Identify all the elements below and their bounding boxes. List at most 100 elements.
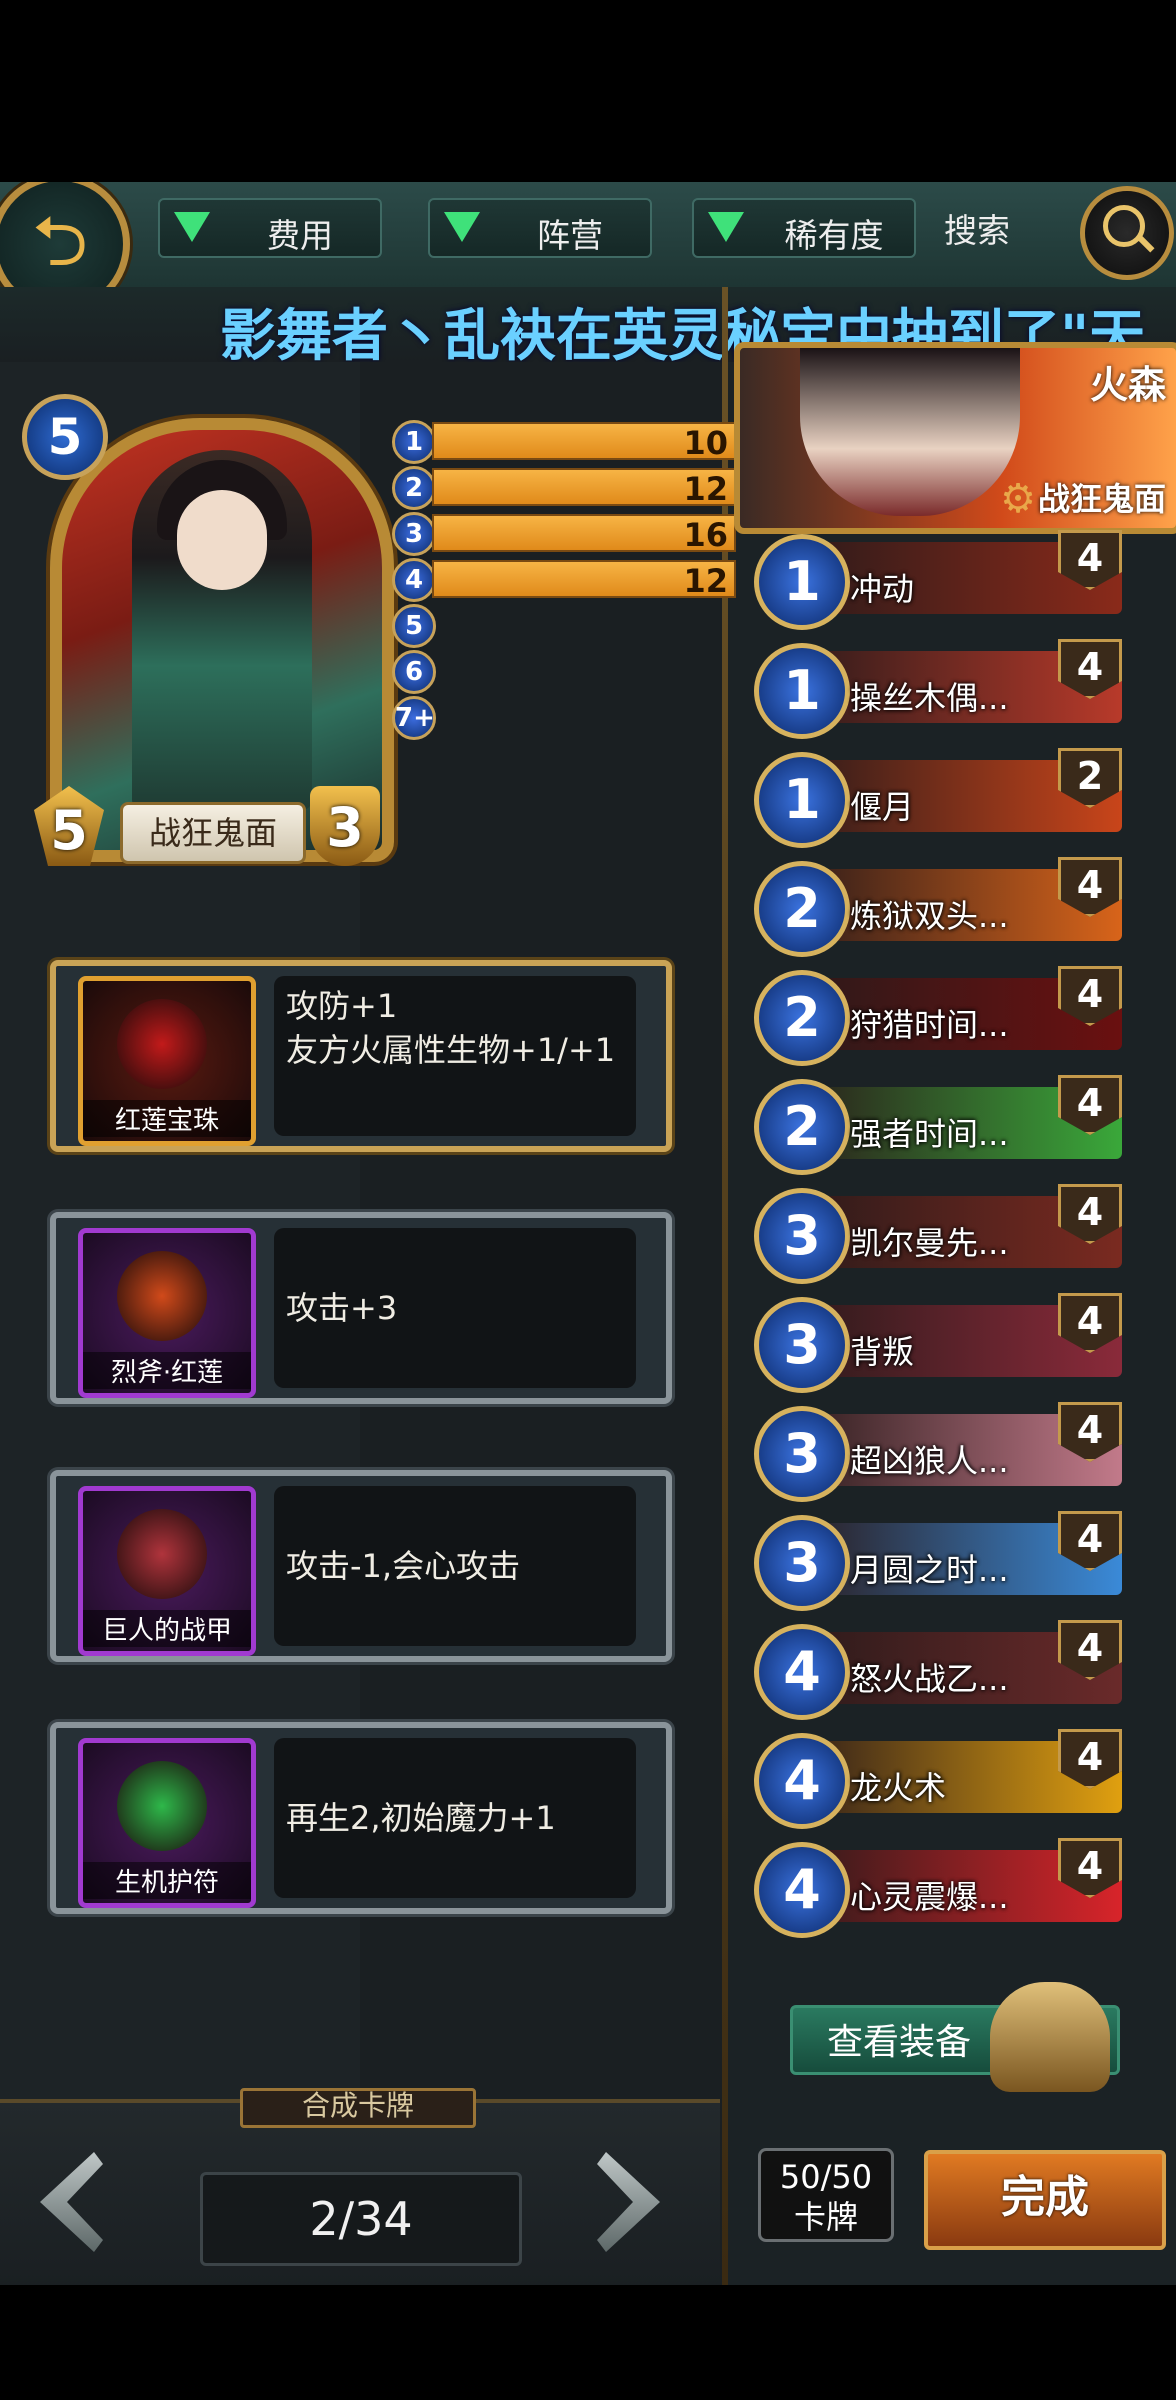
gear-icon: ⚙ xyxy=(1000,476,1036,522)
equipment-icon: 巨人的战甲 xyxy=(78,1486,256,1656)
deck-card-cost: 4 xyxy=(754,1842,850,1938)
rarity-filter-label: 稀有度 xyxy=(784,216,884,255)
done-button[interactable]: 完成 xyxy=(924,2150,1166,2250)
deck-card-cost: 2 xyxy=(754,970,850,1066)
hero-title: 战狂鬼面 xyxy=(1037,480,1166,518)
equipment-art xyxy=(117,1251,207,1341)
curve-bar: 16 xyxy=(432,514,736,554)
curve-bar: 12 xyxy=(432,560,736,600)
deck-card-name: 偃月 xyxy=(850,788,915,826)
hero-banner[interactable]: 火森 ⚙ 战狂鬼面 xyxy=(734,342,1176,534)
deck-card-cost: 4 xyxy=(754,1624,850,1720)
curve-cost: 4 xyxy=(392,558,436,602)
cost-filter-button[interactable]: 费用 xyxy=(158,198,382,258)
deck-card-cost: 1 xyxy=(754,643,850,739)
equipment-slot[interactable]: 巨人的战甲 攻击-1,会心攻击 xyxy=(50,1470,672,1662)
curve-count: 12 xyxy=(683,562,728,600)
deck-card-name: 操丝木偶... xyxy=(850,679,1009,717)
deck-card-row[interactable]: 3 月圆之时... 4 xyxy=(754,1511,1124,1611)
search-label[interactable]: 搜索 xyxy=(944,204,1010,252)
synth-card-tab[interactable]: 合成卡牌 xyxy=(240,2088,476,2128)
deck-card-cost: 3 xyxy=(754,1515,850,1611)
curve-count: 12 xyxy=(683,470,728,508)
equipment-effect: 攻防+1 友方火属性生物+1/+1 xyxy=(274,976,636,1136)
equipment-art xyxy=(117,999,207,1089)
deck-card-cost: 3 xyxy=(754,1297,850,1393)
hero-portrait xyxy=(800,348,1020,516)
deck-card-cost: 3 xyxy=(754,1406,850,1502)
curve-cost: 3 xyxy=(392,512,436,556)
helmet-icon xyxy=(990,1982,1110,2092)
deck-card-name: 狩猎时间... xyxy=(850,1006,1009,1044)
deck-card-row[interactable]: 1 偃月 2 xyxy=(754,748,1124,848)
equipment-art xyxy=(117,1509,207,1599)
deck-card-row[interactable]: 2 强者时间... 4 xyxy=(754,1075,1124,1175)
curve-cost: 7+ xyxy=(392,696,436,740)
curve-bar: 12 xyxy=(432,468,736,508)
equipment-art xyxy=(117,1761,207,1851)
deck-card-name: 龙火术 xyxy=(850,1769,947,1807)
rarity-filter-button[interactable]: 稀有度 xyxy=(692,198,916,258)
hero-faction: 火森 xyxy=(1089,363,1166,407)
equipment-icon: 红莲宝珠 xyxy=(78,976,256,1146)
deck-card-row[interactable]: 1 操丝木偶... 4 xyxy=(754,639,1124,739)
deck-card-row[interactable]: 3 超凶狼人... 4 xyxy=(754,1402,1124,1502)
card-name: 战狂鬼面 xyxy=(120,802,306,864)
deck-count-label: 卡牌 xyxy=(793,2198,858,2236)
deck-card-row[interactable]: 3 凯尔曼先... 4 xyxy=(754,1184,1124,1284)
curve-count: 16 xyxy=(683,516,728,554)
faction-filter-button[interactable]: 阵营 xyxy=(428,198,652,258)
equipment-name: 生机护符 xyxy=(83,1862,251,1899)
deck-count-value: 50/50 xyxy=(779,2158,873,2196)
deck-card-row[interactable]: 2 炼狱双头... 4 xyxy=(754,857,1124,957)
prev-page-button[interactable] xyxy=(40,2152,130,2252)
dropdown-triangle-icon xyxy=(174,212,210,242)
deck-count: 50/50 卡牌 xyxy=(758,2148,894,2242)
next-page-button[interactable] xyxy=(570,2152,660,2252)
top-bar: ⮌ 费用 阵营 稀有度 搜索 xyxy=(0,182,1176,314)
deck-card-row[interactable]: 2 狩猎时间... 4 xyxy=(754,966,1124,1066)
deck-card-name: 月圆之时... xyxy=(850,1551,1009,1589)
equipment-icon: 烈斧·红莲 xyxy=(78,1228,256,1398)
curve-cost: 5 xyxy=(392,604,436,648)
deck-card-row[interactable]: 4 心灵震爆... 4 xyxy=(754,1838,1124,1938)
deck-card-cost: 2 xyxy=(754,1079,850,1175)
deck-card-cost: 4 xyxy=(754,1733,850,1829)
deck-card-name: 超凶狼人... xyxy=(850,1442,1009,1480)
deck-card-name: 冲动 xyxy=(850,570,915,608)
deck-card-name: 怒火战乙... xyxy=(850,1660,1009,1698)
equipment-slot[interactable]: 生机护符 再生2,初始魔力+1 xyxy=(50,1722,672,1914)
equipment-effect: 再生2,初始魔力+1 xyxy=(274,1738,636,1898)
deck-card-row[interactable]: 3 背叛 4 xyxy=(754,1293,1124,1393)
equipment-name: 红莲宝珠 xyxy=(83,1100,251,1137)
deck-card-row[interactable]: 4 龙火术 4 xyxy=(754,1729,1124,1829)
search-button[interactable] xyxy=(1080,186,1174,280)
deck-card-name: 炼狱双头... xyxy=(850,897,1009,935)
deck-card-row[interactable]: 1 冲动 4 xyxy=(754,530,1124,630)
deck-card-cost: 3 xyxy=(754,1188,850,1284)
deck-card-name: 强者时间... xyxy=(850,1115,1009,1153)
curve-cost: 6 xyxy=(392,650,436,694)
curve-bar: 10 xyxy=(432,422,736,462)
arrow-left-icon xyxy=(40,2152,103,2252)
deck-card-cost: 2 xyxy=(754,861,850,957)
equipment-icon: 生机护符 xyxy=(78,1738,256,1908)
curve-cost: 2 xyxy=(392,466,436,510)
dropdown-triangle-icon xyxy=(444,212,480,242)
curve-count: 10 xyxy=(683,424,728,462)
equipment-slot[interactable]: 红莲宝珠 攻防+1 友方火属性生物+1/+1 xyxy=(50,960,672,1152)
page-indicator: 2/34 xyxy=(200,2172,522,2266)
equipment-name: 巨人的战甲 xyxy=(83,1610,251,1647)
deck-card-cost: 1 xyxy=(754,752,850,848)
deck-editor-screen: ⮌ 费用 阵营 稀有度 搜索 影舞者丶乱袂在英灵秘宝中抽到了"天 5 战狂鬼面 … xyxy=(0,182,1176,2285)
equipment-effect: 攻击+3 xyxy=(274,1228,636,1388)
deck-card-row[interactable]: 4 怒火战乙... 4 xyxy=(754,1620,1124,1720)
card-cost-gem: 5 xyxy=(22,394,108,480)
deck-card-cost: 1 xyxy=(754,534,850,630)
faction-filter-label: 阵营 xyxy=(537,216,603,255)
equipment-name: 烈斧·红莲 xyxy=(83,1352,251,1389)
curve-cost: 1 xyxy=(392,420,436,464)
equipment-slot[interactable]: 烈斧·红莲 攻击+3 xyxy=(50,1212,672,1404)
equipment-effect: 攻击-1,会心攻击 xyxy=(274,1486,636,1646)
deck-card-name: 背叛 xyxy=(850,1333,915,1371)
